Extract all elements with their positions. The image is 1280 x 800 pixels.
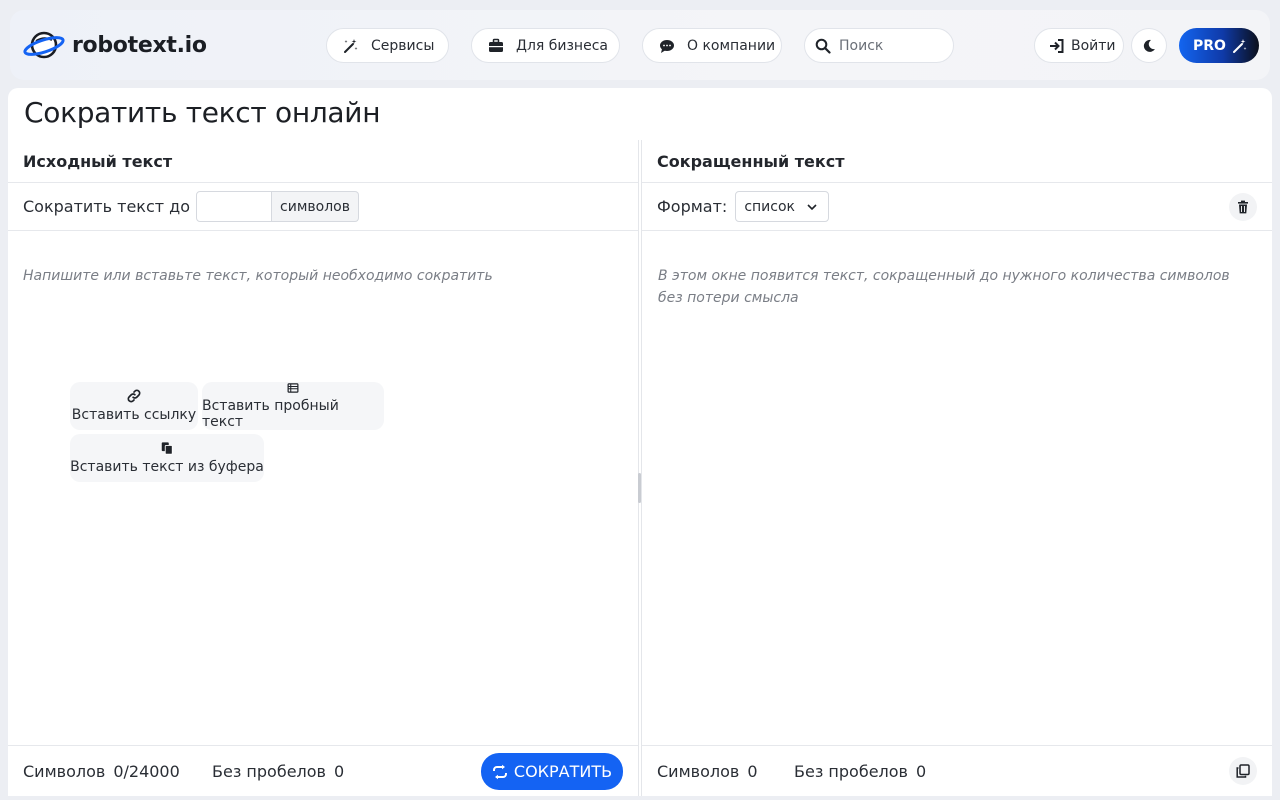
source-panel: Исходный текст Сократить текст до символ… [8,140,639,796]
nav-business-label: Для бизнеса [516,37,608,54]
header: robotext.io Сервисы Для бизнеса О компан… [10,10,1270,80]
pro-label: PRO [1193,37,1226,54]
page-title: Сократить текст онлайн [24,96,381,129]
source-nospace-value: 0 [333,762,345,781]
nav-about-button[interactable]: О компании [642,28,782,63]
search-input[interactable]: Поиск [804,28,954,63]
trash-icon [1238,200,1248,214]
limit-label: Сократить текст до [23,197,191,216]
insert-sample-button[interactable]: Вставить пробный текст [202,382,384,430]
nav-services-button[interactable]: Сервисы [326,28,449,63]
result-textarea[interactable]: В этом окне появится текст, сокращенный … [642,231,1272,744]
insert-buffer-label: Вставить текст из буфера [70,459,264,475]
source-nospace-label: Без пробелов [212,762,326,781]
nav-about-label: О компании [687,37,776,54]
chevron-down-icon [807,203,817,210]
search-icon [815,38,831,54]
theme-toggle-button[interactable] [1131,28,1167,63]
format-select[interactable]: список [735,191,830,222]
source-char-count: Символов 0/24000 [23,762,180,781]
result-nospace-label: Без пробелов [794,762,908,781]
table-list-icon [287,383,299,393]
shorten-button[interactable]: СОКРАТИТЬ [481,753,623,790]
briefcase-icon [488,38,504,54]
nav-services-label: Сервисы [371,37,435,54]
insert-link-label: Вставить ссылку [71,407,197,423]
source-placeholder: Напишите или вставьте текст, который нео… [23,268,493,284]
result-panel: Сокращенный текст Формат: список В этом … [641,140,1272,796]
format-label: Формат: [657,197,728,216]
source-textarea[interactable]: Напишите или вставьте текст, который нео… [8,231,638,744]
planet-logo-icon [23,31,65,59]
result-nospace-count: Без пробелов 0 [794,762,926,781]
result-chars-label: Символов [657,762,740,781]
source-chars-label: Символов [23,762,106,781]
paste-icon [161,442,173,455]
login-button[interactable]: Войти [1034,28,1124,63]
link-icon [127,389,141,403]
insert-link-button[interactable]: Вставить ссылку [70,382,198,430]
copy-button[interactable] [1229,757,1257,785]
result-nospace-value: 0 [915,762,927,781]
magic-wand-icon [1232,38,1247,53]
limit-unit: символов [272,191,359,222]
magic-wand-icon [343,38,359,54]
chat-bubble-icon [659,38,675,54]
main-card: Сократить текст онлайн Исходный текст Со… [8,88,1272,796]
limit-input[interactable] [196,191,273,222]
result-panel-heading: Сокращенный текст [642,140,1272,183]
result-placeholder: В этом окне появится текст, сокращенный … [658,268,1230,306]
repeat-icon [492,764,507,779]
source-chars-value: 0/24000 [113,762,180,781]
insert-sample-label: Вставить пробный текст [202,398,339,430]
insert-buffer-button[interactable]: Вставить текст из буфера [70,434,264,482]
result-footer: Символов 0 Без пробелов 0 [642,745,1272,796]
source-nospace-count: Без пробелов 0 [212,762,344,781]
search-placeholder: Поиск [839,37,884,54]
logo-text: robotext.io [72,32,207,58]
source-panel-heading: Исходный текст [8,140,638,183]
source-toolbar: Сократить текст до символов [8,183,638,231]
result-char-count: Символов 0 [657,762,758,781]
clear-button[interactable] [1229,193,1257,221]
format-value: список [744,198,795,215]
login-label: Войти [1071,37,1116,54]
pro-button[interactable]: PRO [1179,28,1259,63]
moon-icon [1141,38,1157,54]
source-footer: Символов 0/24000 Без пробелов 0 СОКРАТИТЬ [8,745,638,796]
result-chars-value: 0 [747,762,758,781]
logo[interactable]: robotext.io [22,28,207,62]
result-toolbar: Формат: список [642,183,1272,231]
shorten-button-label: СОКРАТИТЬ [513,762,613,781]
nav-business-button[interactable]: Для бизнеса [471,28,620,63]
copy-icon [1236,764,1250,778]
sign-in-icon [1049,38,1065,54]
